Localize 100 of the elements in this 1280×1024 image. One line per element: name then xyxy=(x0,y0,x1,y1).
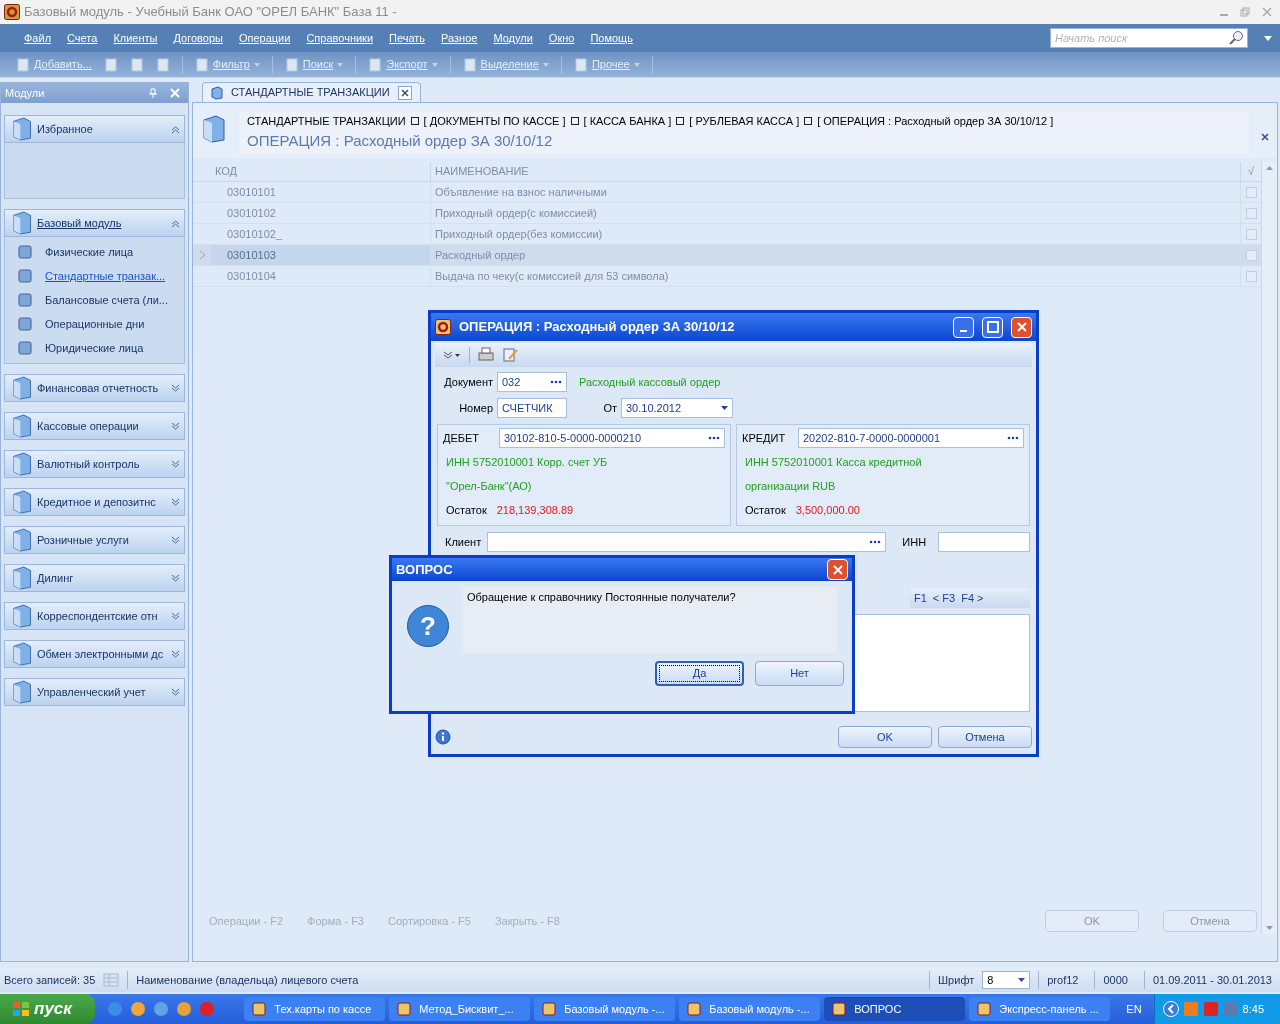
input-field[interactable]: 20202-810-7-0000-0000001 xyxy=(798,428,1024,448)
group-header[interactable]: Обмен электронными дс xyxy=(4,640,185,668)
input-field[interactable]: 30102-810-5-0000-0000210 xyxy=(499,428,725,448)
square-icon xyxy=(676,117,685,126)
quick-launch-icon xyxy=(199,1001,216,1017)
breadcrumb[interactable]: [ ОПЕРАЦИЯ : Расходный ордер ЗА 30/10/12 ] xyxy=(817,113,1054,130)
taskbar-button[interactable]: Метод_Бисквит_... xyxy=(389,997,531,1021)
checkbox[interactable] xyxy=(1245,186,1257,198)
module-link[interactable]: Стандартные транзак... xyxy=(5,267,184,285)
scrollbar[interactable] xyxy=(1261,162,1277,934)
taskbar-button[interactable]: Экспресс-панель ... xyxy=(969,997,1111,1021)
group-header[interactable]: Дилинг xyxy=(4,564,185,592)
status-text: 0000 xyxy=(1102,972,1129,988)
input-field[interactable] xyxy=(938,532,1030,552)
field-label: ИНН xyxy=(902,534,927,550)
field-label: Документ xyxy=(443,374,493,390)
menu-item[interactable]: Помощь xyxy=(582,29,641,47)
menu-item[interactable]: Операции xyxy=(230,29,299,47)
menu-item[interactable]: Печать xyxy=(381,29,434,47)
group-header[interactable]: Управленческий учет xyxy=(4,678,185,706)
key-hint[interactable]: F1 xyxy=(914,589,927,607)
page-heading: ОПЕРАЦИЯ : Расходный ордер ЗА 30/10/12 xyxy=(247,130,554,151)
input-field[interactable]: 032 xyxy=(497,372,567,392)
quick-launch-icon xyxy=(176,1001,193,1017)
minimize-button[interactable] xyxy=(953,316,974,338)
search-field[interactable]: Начать поиск xyxy=(1050,28,1248,48)
breadcrumb[interactable]: [ КАССА БАНКА ] xyxy=(583,113,672,130)
breadcrumb[interactable]: [ ДОКУМЕНТЫ ПО КАССЕ ] xyxy=(423,113,566,130)
expand-icon xyxy=(171,535,180,545)
caret-icon xyxy=(1018,978,1026,982)
language-indicator[interactable]: EN xyxy=(1126,1000,1142,1018)
group-label: Управленческий учет xyxy=(37,684,147,700)
group-header[interactable]: Финансовая отчетность xyxy=(4,374,185,402)
chevron-down-icon xyxy=(443,351,461,359)
table-cell: 03010102 xyxy=(211,203,431,223)
info-icon xyxy=(435,729,451,745)
group-header[interactable]: Кредитное и депозитнс xyxy=(4,488,185,516)
group-header[interactable]: Розничные услуги xyxy=(4,526,185,554)
menu-item[interactable]: Файл xyxy=(16,29,60,47)
close-button[interactable] xyxy=(1011,316,1032,338)
menu-item[interactable]: Договоры xyxy=(165,29,231,47)
input-field[interactable] xyxy=(487,532,887,552)
group-header[interactable]: Базовый модуль xyxy=(4,209,185,237)
checkbox[interactable] xyxy=(1245,207,1257,219)
square-icon xyxy=(410,117,419,126)
account-info: организации RUB xyxy=(744,479,837,494)
printer-icon xyxy=(478,347,494,363)
taskbar-button[interactable]: Тех.карты по кассе xyxy=(244,997,386,1021)
module-link[interactable]: Операционные дни xyxy=(5,315,184,333)
input-field[interactable]: СЧЕТЧИК xyxy=(497,398,567,418)
module-link[interactable]: Юридические лица xyxy=(5,339,184,357)
field-label: КРЕДИТ xyxy=(742,430,787,446)
dialog-button[interactable]: Да xyxy=(655,661,744,686)
group-header[interactable]: Корреспондентские отн xyxy=(4,602,185,630)
dialog-button[interactable]: Отмена xyxy=(938,726,1032,748)
taskbar-button[interactable]: Базовый модуль -... xyxy=(534,997,676,1021)
group-header[interactable]: Валютный контроль xyxy=(4,450,185,478)
page-icon xyxy=(194,57,209,72)
list-item-icon xyxy=(17,268,33,284)
cube-icon xyxy=(11,376,33,400)
status-text: Всего записей: 35 xyxy=(3,972,97,988)
cube-icon xyxy=(11,680,33,704)
group-label: Корреспондентские отн xyxy=(37,608,159,624)
key-hint[interactable]: F4 > xyxy=(961,589,984,607)
taskbar-button[interactable]: ВОПРОС xyxy=(824,997,966,1021)
menu-item[interactable]: Клиенты xyxy=(105,29,166,47)
input-field[interactable]: 30.10.2012 xyxy=(621,398,733,418)
module-link[interactable]: Физические лица xyxy=(5,243,184,261)
menu-item[interactable]: Окно xyxy=(540,29,583,47)
font-size-select[interactable]: 8 xyxy=(982,971,1031,989)
checkbox[interactable] xyxy=(1245,270,1257,282)
group-header[interactable]: Избранное xyxy=(4,115,185,143)
menu-item[interactable]: Разное xyxy=(433,29,486,47)
edit-icon xyxy=(502,347,518,363)
dialog-button[interactable]: OK xyxy=(838,726,932,748)
breadcrumb[interactable]: СТАНДАРТНЫЕ ТРАНЗАКЦИИ xyxy=(247,113,406,130)
status-text: prof12 xyxy=(1046,972,1080,988)
menu-item[interactable]: Справочники xyxy=(298,29,382,47)
module-link[interactable]: Балансовые счета (ли... xyxy=(5,291,184,309)
start-button[interactable]: пуск xyxy=(0,994,96,1024)
list-item-icon xyxy=(17,340,33,356)
key-hint[interactable]: < F3 xyxy=(932,589,956,607)
cube-icon xyxy=(211,85,223,100)
expand-icon xyxy=(171,459,180,469)
breadcrumb[interactable]: [ РУБЛЕВАЯ КАССА ] xyxy=(689,113,800,130)
dialog-button[interactable]: Нет xyxy=(755,661,844,686)
balance-value: 218,139,308.89 xyxy=(496,503,574,518)
taskbar-button[interactable]: Базовый модуль -... xyxy=(679,997,821,1021)
menu-item[interactable]: Модули xyxy=(485,29,541,47)
checkbox[interactable] xyxy=(1245,249,1257,261)
close-button[interactable] xyxy=(827,559,848,580)
status-text: Шрифт xyxy=(937,972,976,988)
tab[interactable]: СТАНДАРТНЫЕ ТРАНЗАКЦИИ xyxy=(202,82,421,102)
checkbox[interactable] xyxy=(1245,228,1257,240)
menu-item[interactable]: Счета xyxy=(59,29,106,47)
maximize-button[interactable] xyxy=(982,316,1003,338)
group-header[interactable]: Кассовые операции xyxy=(4,412,185,440)
table-cell: 03010101 xyxy=(211,182,431,202)
page-icon xyxy=(129,57,144,72)
tab-close-button[interactable] xyxy=(397,85,412,100)
